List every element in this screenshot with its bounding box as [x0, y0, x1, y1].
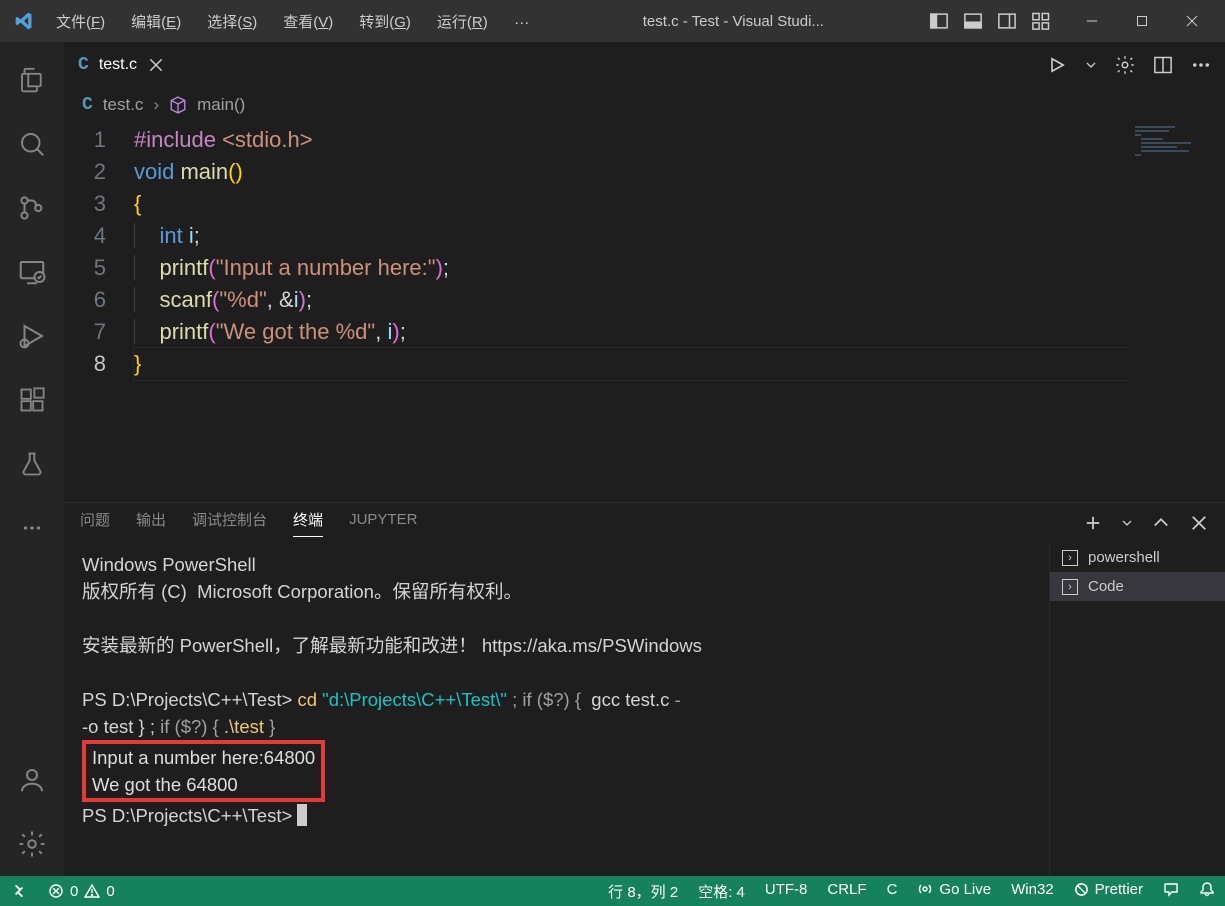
menu-overflow[interactable]: … — [502, 7, 544, 36]
terminal-profile-icon: › — [1062, 550, 1078, 566]
run-code-icon[interactable] — [1047, 55, 1067, 75]
status-prettier[interactable]: Prettier — [1064, 881, 1153, 898]
activity-bar — [0, 42, 64, 876]
vscode-window: 文件(F) 编辑(E) 选择(S) 查看(V) 转到(G) 运行(R) … te… — [0, 0, 1225, 906]
window-controls — [1067, 0, 1217, 42]
search-icon[interactable] — [0, 112, 64, 176]
remote-explorer-icon[interactable] — [0, 240, 64, 304]
editor-actions — [1047, 42, 1225, 87]
tab-close-icon[interactable] — [147, 56, 165, 74]
menu-run[interactable]: 运行(R) — [425, 7, 500, 36]
split-editor-icon[interactable] — [1153, 55, 1173, 75]
source-control-icon[interactable] — [0, 176, 64, 240]
explorer-icon[interactable] — [0, 48, 64, 112]
status-encoding[interactable]: UTF-8 — [755, 881, 818, 898]
breadcrumb-file-icon: C — [82, 95, 93, 115]
menubar: 文件(F) 编辑(E) 选择(S) 查看(V) 转到(G) 运行(R) … — [44, 7, 544, 36]
status-feedback-icon[interactable] — [1153, 881, 1189, 897]
accounts-icon[interactable] — [0, 748, 64, 812]
code-area[interactable]: #include <stdio.h> void main() { int i; … — [134, 124, 1225, 502]
menu-edit[interactable]: 编辑(E) — [119, 7, 193, 36]
panel-tab-terminal[interactable]: 终端 — [293, 509, 323, 537]
menu-file[interactable]: 文件(F) — [44, 7, 117, 36]
close-panel-icon[interactable] — [1189, 513, 1209, 533]
remote-indicator[interactable] — [0, 876, 38, 906]
menu-selection[interactable]: 选择(S) — [195, 7, 269, 36]
terminal-item-powershell[interactable]: ›powershell — [1050, 543, 1225, 572]
customize-layout-icon[interactable] — [1031, 11, 1051, 31]
tab-label: test.c — [99, 56, 137, 74]
terminal-item-code[interactable]: ›Code — [1050, 572, 1225, 601]
toggle-primary-sidebar-icon[interactable] — [929, 11, 949, 31]
window-title: test.c - Test - Visual Studi... — [544, 13, 923, 30]
status-problems[interactable]: 0 0 — [38, 876, 125, 906]
toggle-secondary-sidebar-icon[interactable] — [997, 11, 1017, 31]
line-number-gutter: 1 2 3 4 5 6 7 8 — [64, 124, 134, 502]
breadcrumb-symbol[interactable]: main() — [197, 95, 245, 115]
overflow-icon[interactable] — [0, 496, 64, 560]
tab-test-c[interactable]: C test.c — [64, 42, 179, 87]
panel-tab-jupyter[interactable]: JUPYTER — [349, 511, 417, 535]
breadcrumbs[interactable]: C test.c › main() — [64, 88, 1225, 122]
minimap[interactable] — [1131, 122, 1211, 502]
editor-settings-gear-icon[interactable] — [1115, 55, 1135, 75]
status-notifications-icon[interactable] — [1189, 881, 1225, 897]
toggle-panel-icon[interactable] — [963, 11, 983, 31]
new-terminal-icon[interactable] — [1083, 513, 1103, 533]
terminal-list: ›powershell ›Code — [1049, 543, 1225, 876]
extensions-icon[interactable] — [0, 368, 64, 432]
close-button[interactable] — [1167, 0, 1217, 42]
status-language[interactable]: C — [877, 881, 908, 898]
more-actions-icon[interactable] — [1191, 55, 1211, 75]
symbol-method-icon — [169, 96, 187, 114]
editor[interactable]: 1 2 3 4 5 6 7 8 #include <stdio.h> void … — [64, 122, 1225, 502]
status-cursor-position[interactable]: 行 8，列 2 — [598, 881, 688, 902]
status-indentation[interactable]: 空格: 4 — [688, 881, 755, 902]
menu-go[interactable]: 转到(G) — [347, 7, 423, 36]
new-terminal-dropdown-icon[interactable] — [1121, 513, 1133, 533]
editor-scrollbar[interactable] — [1211, 122, 1225, 502]
status-eol[interactable]: CRLF — [817, 881, 876, 898]
settings-gear-icon[interactable] — [0, 812, 64, 876]
terminal-cursor — [297, 804, 307, 826]
panel-tab-output[interactable]: 输出 — [136, 509, 166, 537]
vscode-logo-icon — [14, 11, 34, 31]
terminal[interactable]: Windows PowerShell 版权所有 (C) Microsoft Co… — [64, 543, 1049, 876]
main-area: C test.c C test.c › main() — [64, 42, 1225, 876]
terminal-profile-icon: › — [1062, 579, 1078, 595]
maximize-panel-icon[interactable] — [1151, 513, 1171, 533]
breadcrumb-file[interactable]: test.c — [103, 95, 144, 115]
panel-tabs: 问题 输出 调试控制台 终端 JUPYTER — [64, 503, 1225, 543]
menu-view[interactable]: 查看(V) — [271, 7, 345, 36]
status-bar: 0 0 行 8，列 2 空格: 4 UTF-8 CRLF C Go Live W… — [0, 876, 1225, 906]
chevron-right-icon: › — [153, 95, 159, 115]
panel-tab-problems[interactable]: 问题 — [80, 509, 110, 537]
minimize-button[interactable] — [1067, 0, 1117, 42]
status-go-live[interactable]: Go Live — [907, 881, 1001, 898]
editor-tabs: C test.c — [64, 42, 1225, 88]
run-debug-icon[interactable] — [0, 304, 64, 368]
panel-tab-debug-console[interactable]: 调试控制台 — [192, 509, 267, 537]
bottom-panel: 问题 输出 调试控制台 终端 JUPYTER Windows PowerShel… — [64, 502, 1225, 876]
layout-controls — [923, 11, 1057, 31]
highlight-box: Input a number here:64800 We got the 648… — [82, 740, 325, 802]
c-file-icon: C — [78, 55, 89, 75]
status-win32[interactable]: Win32 — [1001, 881, 1064, 898]
testing-icon[interactable] — [0, 432, 64, 496]
run-dropdown-icon[interactable] — [1085, 55, 1097, 75]
maximize-button[interactable] — [1117, 0, 1167, 42]
titlebar: 文件(F) 编辑(E) 选择(S) 查看(V) 转到(G) 运行(R) … te… — [0, 0, 1225, 42]
